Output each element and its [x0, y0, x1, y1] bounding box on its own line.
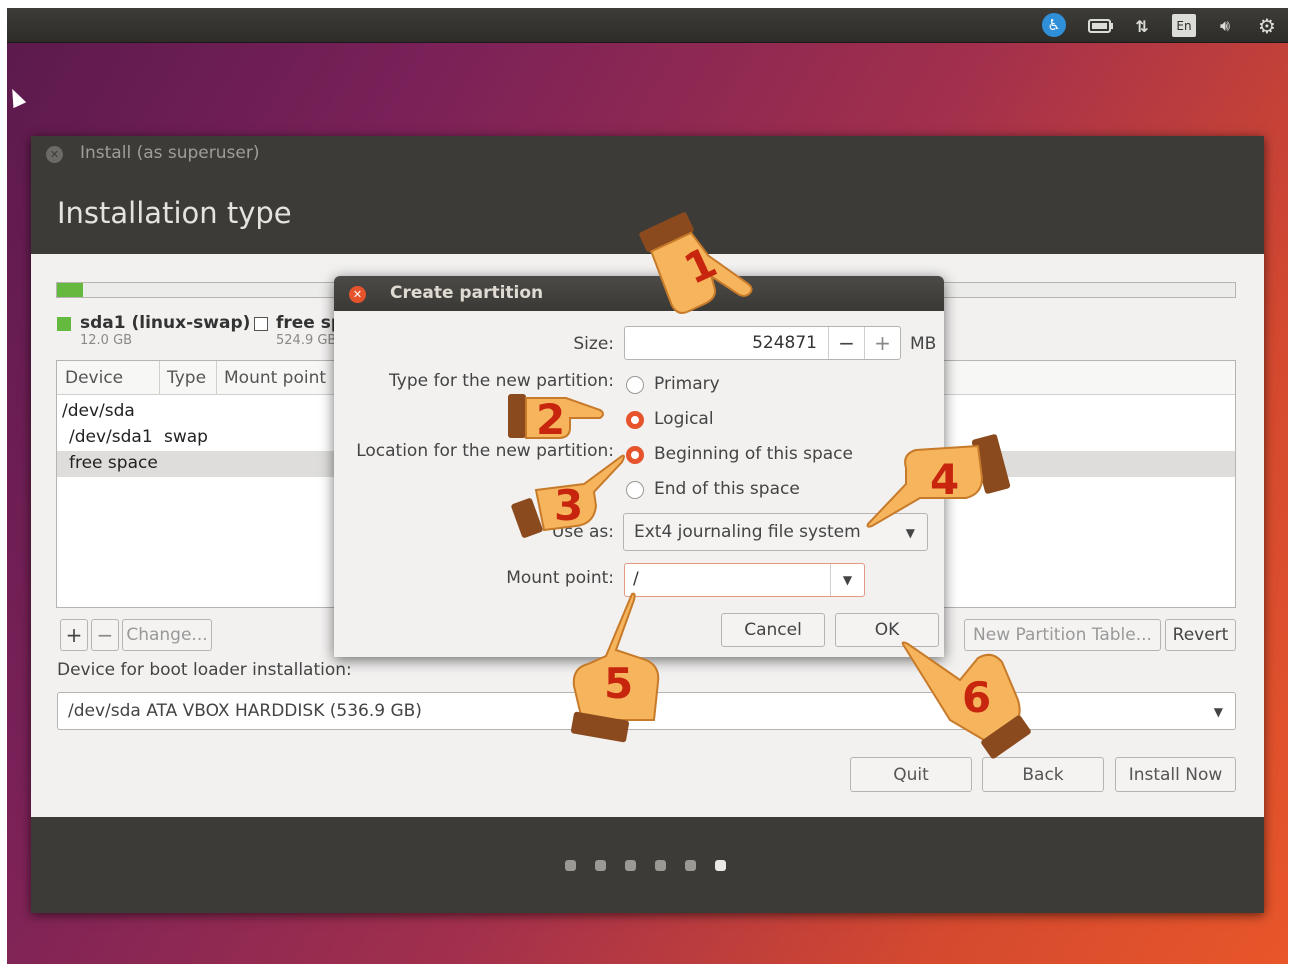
step-number: 3	[554, 481, 583, 530]
install-now-button[interactable]: Install Now	[1115, 757, 1236, 792]
bootloader-label: Device for boot loader installation:	[57, 660, 352, 680]
mount-point-value: /	[633, 569, 639, 589]
device-cell: /dev/sda	[62, 401, 135, 421]
progress-dot	[685, 860, 696, 871]
progress-dot	[655, 860, 666, 871]
accessibility-icon[interactable]: ♿	[1042, 13, 1066, 37]
close-icon[interactable]: ✕	[46, 146, 63, 163]
step-number: 4	[930, 455, 959, 504]
mouse-cursor-icon	[7, 85, 27, 109]
progress-dot	[625, 860, 636, 871]
column-header-mount-point[interactable]: Mount point	[224, 368, 326, 388]
step-number: 5	[604, 659, 633, 708]
volume-icon[interactable]: 🔊︎	[1211, 15, 1239, 37]
cancel-button[interactable]: Cancel	[721, 613, 825, 647]
window-title: Install (as superuser)	[80, 143, 260, 163]
pointing-hand-icon: 2	[508, 388, 604, 448]
pointing-hand-icon: 6	[900, 640, 1034, 770]
battery-icon[interactable]	[1087, 15, 1115, 37]
mount-point-label: Mount point:	[506, 568, 614, 588]
bootloader-device-value: /dev/sda ATA VBOX HARDDISK (536.9 GB)	[68, 701, 422, 721]
page-title: Installation type	[57, 196, 292, 230]
chevron-down-icon[interactable]: ▼	[830, 564, 864, 596]
add-partition-button[interactable]: +	[60, 619, 88, 651]
device-cell: free space	[69, 453, 158, 473]
legend-free-swatch	[254, 317, 268, 331]
pointing-hand-icon: 5	[568, 590, 664, 750]
dialog-titlebar: ✕ Create partition	[334, 276, 944, 311]
size-value: 524871	[752, 333, 817, 353]
radio-beginning[interactable]	[626, 446, 644, 464]
size-increment-button[interactable]: +	[864, 327, 900, 359]
dialog-title: Create partition	[390, 283, 544, 303]
progress-dot-current	[715, 860, 726, 871]
revert-button[interactable]: Revert	[1165, 619, 1236, 651]
radio-beginning-label[interactable]: Beginning of this space	[654, 444, 853, 464]
step-number: 1	[677, 237, 724, 294]
type-cell: swap	[164, 427, 208, 447]
legend-swap-label: sda1 (linux-swap)	[80, 313, 251, 333]
network-icon[interactable]: ⇅	[1130, 15, 1154, 37]
use-as-value: Ext4 journaling file system	[634, 522, 861, 542]
settings-icon[interactable]: ⚙	[1254, 14, 1280, 38]
step-number: 6	[962, 673, 991, 722]
progress-dot	[595, 860, 606, 871]
remove-partition-button[interactable]: −	[91, 619, 119, 651]
size-unit-label: MB	[910, 334, 937, 354]
radio-logical[interactable]	[626, 411, 644, 429]
installer-footer	[31, 817, 1264, 913]
radio-end-label[interactable]: End of this space	[654, 479, 800, 499]
usage-bar-swap-segment	[57, 283, 83, 297]
radio-end[interactable]	[626, 481, 644, 499]
pointing-hand-icon: 3	[511, 450, 625, 540]
pointing-hand-icon: 4	[866, 432, 1012, 532]
size-decrement-button[interactable]: −	[828, 327, 864, 359]
legend-swap-swatch	[57, 317, 71, 331]
radio-logical-label[interactable]: Logical	[654, 409, 714, 429]
device-cell: /dev/sda1	[69, 427, 153, 447]
change-partition-button[interactable]: Change...	[122, 619, 212, 651]
column-divider	[159, 361, 160, 395]
progress-dot	[565, 860, 576, 871]
column-header-type[interactable]: Type	[167, 368, 206, 388]
size-input[interactable]: 524871 − +	[624, 326, 901, 360]
size-label: Size:	[573, 334, 614, 354]
top-panel: ♿ ⇅ En 🔊︎ ⚙	[7, 8, 1288, 43]
chevron-down-icon: ▼	[1213, 705, 1223, 719]
legend-free-size: 524.9 GB	[276, 333, 337, 348]
radio-primary[interactable]	[626, 376, 644, 394]
installer-titlebar: ✕ Install (as superuser)	[31, 136, 1264, 172]
step-number: 2	[536, 395, 565, 444]
column-divider	[216, 361, 217, 395]
legend-swap-size: 12.0 GB	[80, 333, 133, 348]
column-header-device[interactable]: Device	[65, 368, 123, 388]
close-icon[interactable]: ✕	[349, 286, 366, 303]
keyboard-layout-icon[interactable]: En	[1172, 14, 1196, 37]
radio-primary-label[interactable]: Primary	[654, 374, 720, 394]
